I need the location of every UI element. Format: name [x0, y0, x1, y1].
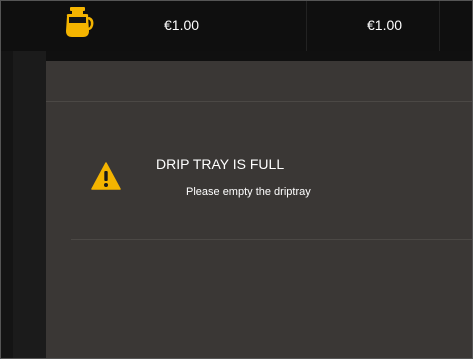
- alert-message: Please empty the driptray: [186, 186, 311, 198]
- price-label[interactable]: €1.00: [164, 16, 199, 34]
- coffee-pot-icon[interactable]: [61, 5, 95, 39]
- dialog-divider: [71, 239, 472, 240]
- top-bar: €1.00 €1.00: [1, 1, 472, 51]
- price-label[interactable]: €1.00: [367, 16, 402, 34]
- alert-dialog: DRIP TRAY IS FULL Please empty the dript…: [46, 61, 472, 358]
- app-screen: €1.00 €1.00 DRIP TRAY IS FULL Please emp…: [0, 0, 473, 359]
- side-panel-shade: [13, 51, 46, 358]
- warning-icon: [91, 162, 121, 190]
- column-divider: [306, 1, 307, 51]
- alert-title: DRIP TRAY IS FULL: [156, 156, 285, 172]
- dialog-divider: [46, 101, 472, 102]
- column-divider: [439, 1, 440, 51]
- side-panel: [1, 51, 46, 358]
